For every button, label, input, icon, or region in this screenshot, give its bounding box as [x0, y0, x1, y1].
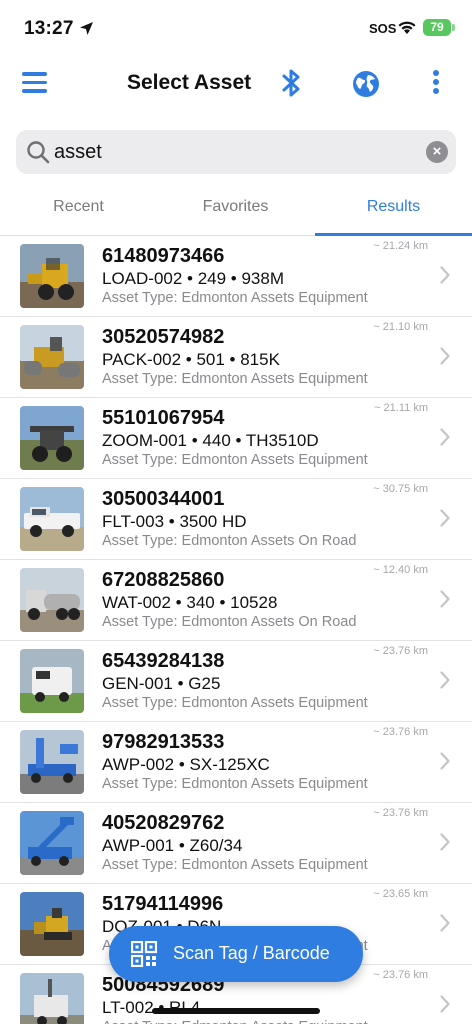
asset-number: 61480973466 [102, 245, 225, 267]
distance-label: ~ 21.11 km [374, 402, 428, 414]
chevron-right-icon [440, 914, 450, 932]
asset-thumbnail [20, 892, 84, 956]
distance-label: ~ 12.40 km [373, 564, 428, 576]
distance-label: ~ 23.76 km [373, 969, 428, 981]
asset-description: AWP-002 • SX-125XC [102, 755, 270, 774]
asset-description: GEN-001 • G25 [102, 674, 221, 693]
search-box: × [16, 130, 456, 174]
asset-thumbnail [20, 406, 84, 470]
distance-label: ~ 21.24 km [373, 240, 428, 252]
battery-indicator: 79 [423, 19, 451, 36]
status-bar: 13:27 SOS 79 [0, 0, 472, 56]
asset-thumbnail [20, 811, 84, 875]
asset-description: LOAD-002 • 249 • 938M [102, 269, 285, 288]
list-item[interactable]: 61480973466 LOAD-002 • 249 • 938M Asset … [0, 236, 472, 317]
more-vertical-icon [433, 70, 439, 76]
list-item[interactable]: 40520829762 AWP-001 • Z60/34 Asset Type:… [0, 803, 472, 884]
menu-icon [22, 72, 47, 76]
wifi-icon [398, 21, 416, 34]
tab-results[interactable]: Results [315, 198, 472, 216]
asset-type: Asset Type: Edmonton Assets Equipment [102, 371, 368, 387]
chevron-right-icon [440, 347, 450, 365]
distance-label: ~ 30.75 km [373, 483, 428, 495]
chevron-right-icon [440, 671, 450, 689]
tab-recent[interactable]: Recent [0, 198, 157, 216]
asset-description: AWP-001 • Z60/34 [102, 836, 243, 855]
asset-number: 40520829762 [102, 812, 225, 834]
asset-thumbnail [20, 568, 84, 632]
chevron-right-icon [440, 266, 450, 284]
chevron-right-icon [440, 995, 450, 1013]
menu-button[interactable] [22, 72, 48, 94]
list-item[interactable]: 65439284138 GEN-001 • G25 Asset Type: Ed… [0, 641, 472, 722]
distance-label: ~ 23.65 km [373, 888, 428, 900]
globe-icon[interactable] [352, 70, 380, 98]
asset-thumbnail [20, 973, 84, 1024]
list-item[interactable]: 30500344001 FLT-003 • 3500 HD Asset Type… [0, 479, 472, 560]
search-input[interactable] [54, 138, 414, 166]
asset-number: 51794114996 [102, 893, 224, 915]
home-indicator [152, 1008, 320, 1014]
chevron-right-icon [440, 590, 450, 608]
asset-description: WAT-002 • 340 • 10528 [102, 593, 278, 612]
chevron-right-icon [440, 428, 450, 446]
asset-thumbnail [20, 244, 84, 308]
asset-description: ZOOM-001 • 440 • TH3510D [102, 431, 319, 450]
asset-thumbnail [20, 487, 84, 551]
asset-number: 30520574982 [102, 326, 225, 348]
chevron-right-icon [440, 833, 450, 851]
search-icon [27, 141, 50, 164]
asset-type: Asset Type: Edmonton Assets On Road [102, 533, 357, 549]
distance-label: ~ 23.76 km [373, 645, 428, 657]
asset-type: Asset Type: Edmonton Assets Equipment [102, 695, 368, 711]
location-arrow-icon [80, 22, 93, 35]
asset-type: Asset Type: Edmonton Assets Equipment [102, 776, 368, 792]
battery-tip [452, 24, 455, 31]
distance-label: ~ 23.76 km [373, 726, 428, 738]
list-item[interactable]: 97982913533 AWP-002 • SX-125XC Asset Typ… [0, 722, 472, 803]
status-time: 13:27 [24, 18, 74, 39]
qr-code-icon [131, 941, 157, 967]
chevron-right-icon [440, 752, 450, 770]
clear-search-button[interactable]: × [426, 141, 448, 163]
asset-number: 97982913533 [102, 731, 225, 753]
close-icon: × [432, 143, 442, 160]
asset-description: PACK-002 • 501 • 815K [102, 350, 280, 369]
page-title: Select Asset [127, 71, 252, 94]
asset-description: FLT-003 • 3500 HD [102, 512, 247, 531]
asset-number: 55101067954 [102, 407, 225, 429]
more-options-button[interactable] [430, 70, 442, 98]
asset-type: Asset Type: Edmonton Assets Equipment [102, 290, 368, 306]
asset-number: 65439284138 [102, 650, 225, 672]
distance-label: ~ 21.10 km [373, 321, 428, 333]
asset-thumbnail [20, 649, 84, 713]
asset-number: 30500344001 [102, 488, 225, 510]
asset-thumbnail [20, 730, 84, 794]
asset-type: Asset Type: Edmonton Assets Equipment [102, 452, 368, 468]
bluetooth-icon[interactable] [281, 67, 303, 99]
sos-indicator: SOS [369, 21, 397, 36]
asset-type: Asset Type: Edmonton Assets Equipment [102, 857, 368, 873]
asset-type: Asset Type: Edmonton Assets On Road [102, 614, 357, 630]
chevron-right-icon [440, 509, 450, 527]
list-item[interactable]: 67208825860 WAT-002 • 340 • 10528 Asset … [0, 560, 472, 641]
nav-bar: Select Asset [0, 60, 472, 108]
scan-button-label: Scan Tag / Barcode [173, 943, 330, 963]
list-item[interactable]: 30520574982 PACK-002 • 501 • 815K Asset … [0, 317, 472, 398]
list-item[interactable]: 55101067954 ZOOM-001 • 440 • TH3510D Ass… [0, 398, 472, 479]
tab-bar: Recent Favorites Results [0, 186, 472, 236]
scan-barcode-button[interactable]: Scan Tag / Barcode [109, 926, 363, 982]
tab-favorites[interactable]: Favorites [157, 198, 314, 216]
distance-label: ~ 23.76 km [373, 807, 428, 819]
results-list: 61480973466 LOAD-002 • 249 • 938M Asset … [0, 236, 472, 1024]
asset-number: 67208825860 [102, 569, 225, 591]
asset-type: Asset Type: Edmonton Assets Equipment [102, 1019, 368, 1024]
asset-thumbnail [20, 325, 84, 389]
